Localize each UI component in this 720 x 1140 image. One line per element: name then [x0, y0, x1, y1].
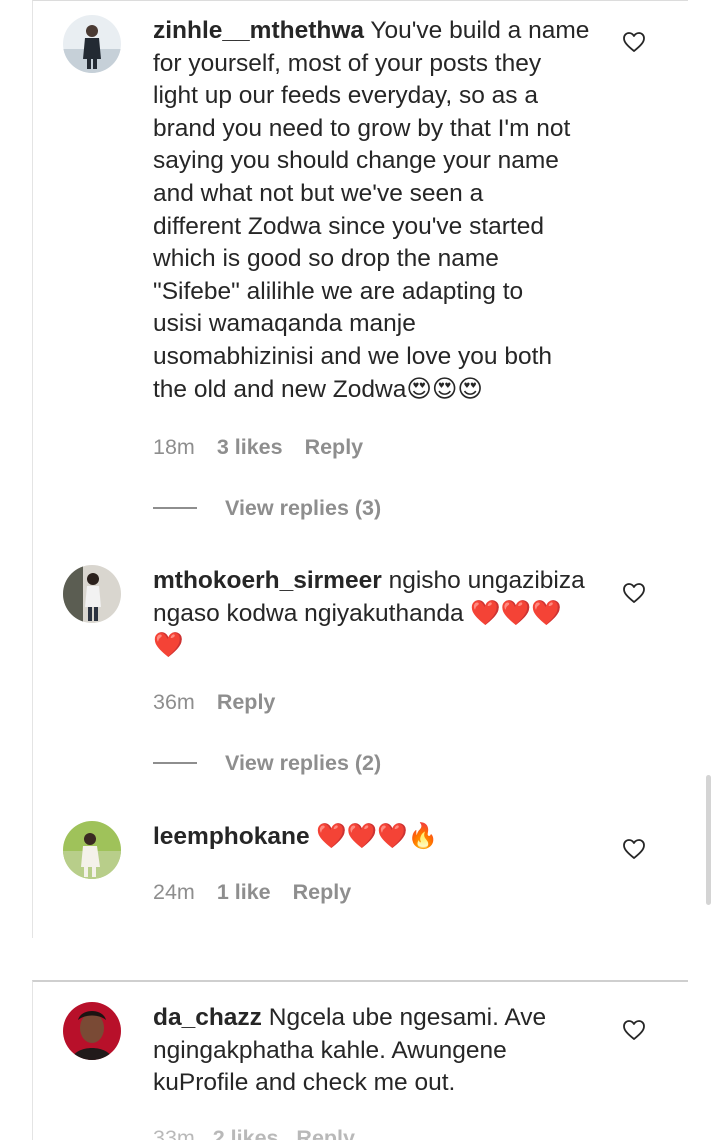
reply-button[interactable]: Reply: [217, 690, 276, 714]
replies-divider: [153, 762, 197, 764]
comment-meta-cut: 33m 2 likes Reply: [153, 1126, 355, 1140]
heart-outline-icon[interactable]: [622, 582, 646, 604]
comment-username[interactable]: da_chazz: [153, 1004, 262, 1031]
comment-time: 24m: [153, 880, 195, 904]
comment-time: 36m: [153, 690, 195, 714]
comment-time: 18m: [153, 435, 195, 459]
avatar[interactable]: [63, 15, 121, 73]
reply-button[interactable]: Reply: [293, 880, 352, 904]
comments-screen-bottom: da_chazz Ngcela ube ngesami. Ave ngingak…: [32, 980, 688, 1140]
screenshot-collage: zinhle__mthethwa You've build a name for…: [0, 0, 720, 1140]
view-replies-button[interactable]: View replies (2): [153, 750, 381, 776]
scrollbar[interactable]: [706, 775, 711, 905]
replies-divider: [153, 507, 197, 509]
avatar[interactable]: [63, 821, 121, 879]
comment-body: zinhle__mthethwa You've build a name for…: [153, 15, 603, 406]
comment-meta: 18m 3 likes Reply: [153, 435, 363, 460]
view-replies-label: View replies (3): [225, 495, 382, 520]
comment-username[interactable]: leemphokane: [153, 823, 310, 850]
heart-outline-icon[interactable]: [622, 31, 646, 53]
comment-meta: 36m Reply: [153, 690, 275, 715]
reply-button[interactable]: Reply: [296, 1126, 355, 1140]
comment-time: 33m: [153, 1126, 195, 1140]
avatar[interactable]: [63, 565, 121, 623]
comment-username[interactable]: mthokoerh_sirmeer: [153, 567, 382, 594]
view-replies-label: View replies (2): [225, 750, 382, 775]
comment-likes[interactable]: 2 likes: [213, 1126, 279, 1140]
comments-screen-top: zinhle__mthethwa You've build a name for…: [32, 0, 688, 938]
comment-body: leemphokane ❤️❤️❤️🔥: [153, 821, 603, 854]
comment-text: You've build a name for yourself, most o…: [153, 17, 590, 403]
comment-likes[interactable]: 1 like: [217, 880, 271, 904]
comment-meta: 24m 1 like Reply: [153, 880, 351, 905]
reply-button[interactable]: Reply: [305, 435, 364, 459]
comment-text: ❤️❤️❤️🔥: [309, 823, 439, 850]
avatar[interactable]: [63, 1002, 121, 1060]
heart-outline-icon[interactable]: [622, 1019, 646, 1041]
comment-username[interactable]: zinhle__mthethwa: [153, 17, 364, 44]
view-replies-button[interactable]: View replies (3): [153, 495, 381, 521]
heart-outline-icon[interactable]: [622, 838, 646, 860]
comment-body: da_chazz Ngcela ube ngesami. Ave ngingak…: [153, 1002, 603, 1100]
comment-likes[interactable]: 3 likes: [217, 435, 283, 459]
comment-body: mthokoerh_sirmeer ngisho ungazibiza ngas…: [153, 565, 603, 663]
